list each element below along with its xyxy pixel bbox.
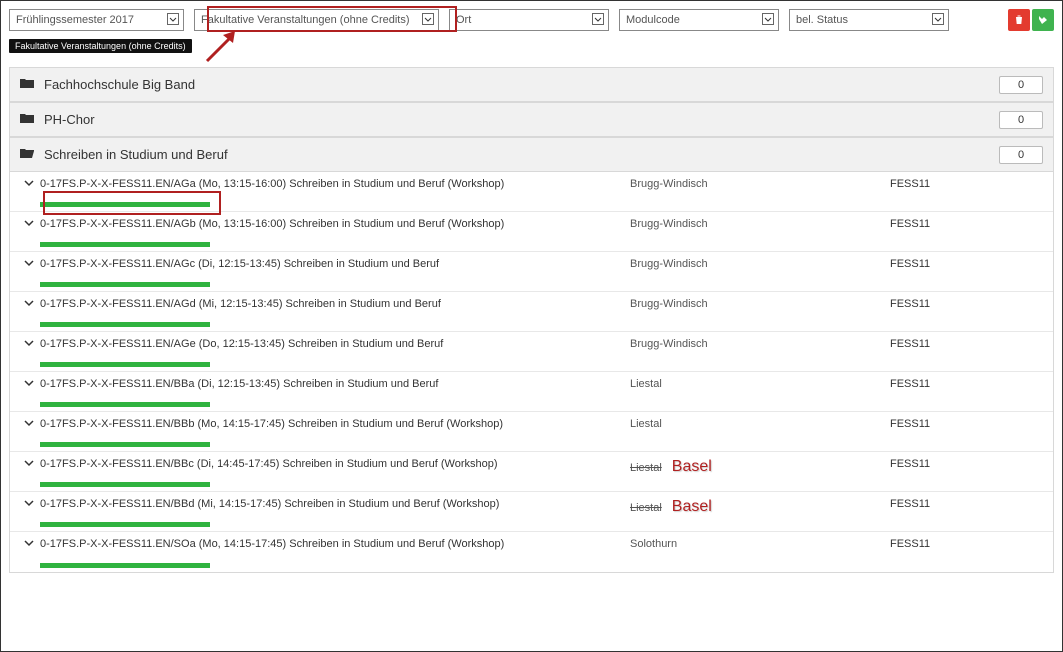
event-description: 0-17FS.P-X-X-FESS11.EN/AGe (Do, 12:15-13… [40, 336, 630, 350]
availability-bar [40, 282, 210, 287]
group-count: 0 [999, 76, 1043, 94]
active-filter-tag-row: Fakultative Veranstaltungen (ohne Credit… [9, 39, 1054, 53]
event-location: Brugg-Windisch [630, 258, 708, 270]
folder-icon [20, 77, 36, 92]
event-description: 0-17FS.P-X-X-FESS11.EN/AGd (Mi, 12:15-13… [40, 296, 630, 310]
filter-semester[interactable]: Frühlingssemester 2017 [9, 9, 184, 31]
delete-button[interactable] [1008, 9, 1030, 31]
event-list: 0-17FS.P-X-X-FESS11.EN/AGa (Mo, 13:15-16… [10, 172, 1053, 572]
event-description: 0-17FS.P-X-X-FESS11.EN/AGa (Mo, 13:15-16… [40, 176, 630, 190]
filter-location-label: Ort [456, 14, 471, 26]
group-title: Fachhochschule Big Band [44, 77, 195, 92]
group-header[interactable]: Fachhochschule Big Band 0 [10, 68, 1053, 102]
filter-status[interactable]: bel. Status [789, 9, 949, 31]
event-row[interactable]: 0-17FS.P-X-X-FESS11.EN/BBc (Di, 14:45-17… [10, 452, 1053, 492]
filter-row: Frühlingssemester 2017 Fakultative Veran… [9, 9, 1054, 31]
event-row[interactable]: 0-17FS.P-X-X-FESS11.EN/BBb (Mo, 14:15-17… [10, 412, 1053, 452]
event-module-code: FESS11 [890, 376, 1050, 390]
chevron-down-icon[interactable] [24, 258, 34, 271]
event-row[interactable]: 0-17FS.P-X-X-FESS11.EN/AGe (Do, 12:15-13… [10, 332, 1053, 372]
filter-modulecode-label: Modulcode [626, 14, 680, 26]
event-location-struck: Liestal [630, 462, 662, 474]
chevron-down-icon[interactable] [24, 178, 34, 191]
chevron-down-icon [762, 13, 774, 28]
event-location: Liestal [630, 418, 662, 430]
event-row[interactable]: 0-17FS.P-X-X-FESS11.EN/BBa (Di, 12:15-13… [10, 372, 1053, 412]
availability-bar [40, 202, 210, 207]
active-filter-tag[interactable]: Fakultative Veranstaltungen (ohne Credit… [9, 39, 192, 53]
event-location: Brugg-Windisch [630, 218, 708, 230]
event-location: Brugg-Windisch [630, 298, 708, 310]
chevron-down-icon[interactable] [24, 298, 34, 311]
event-location: Brugg-Windisch [630, 178, 708, 190]
event-module-code: FESS11 [890, 176, 1050, 190]
availability-bar [40, 442, 210, 447]
group: Fachhochschule Big Band 0 [9, 67, 1054, 102]
chevron-down-icon [592, 13, 604, 28]
availability-bar [40, 362, 210, 367]
event-module-code: FESS11 [890, 456, 1050, 470]
event-row[interactable]: 0-17FS.P-X-X-FESS11.EN/AGa (Mo, 13:15-16… [10, 172, 1053, 212]
filter-location[interactable]: Ort [449, 9, 609, 31]
filter-type[interactable]: Fakultative Veranstaltungen (ohne Credit… [194, 9, 439, 31]
chevron-down-icon [932, 13, 944, 28]
chevron-down-icon[interactable] [24, 338, 34, 351]
group-title: PH-Chor [44, 112, 95, 127]
event-description: 0-17FS.P-X-X-FESS11.EN/BBd (Mi, 14:15-17… [40, 496, 630, 510]
event-description: 0-17FS.P-X-X-FESS11.EN/AGb (Mo, 13:15-16… [40, 216, 630, 230]
filter-semester-label: Frühlingssemester 2017 [16, 14, 134, 26]
filter-type-label: Fakultative Veranstaltungen (ohne Credit… [201, 14, 410, 26]
event-description: 0-17FS.P-X-X-FESS11.EN/BBa (Di, 12:15-13… [40, 376, 630, 390]
chevron-down-icon[interactable] [24, 218, 34, 231]
group-header[interactable]: Schreiben in Studium und Beruf 0 [10, 138, 1053, 172]
event-description: 0-17FS.P-X-X-FESS11.EN/SOa (Mo, 14:15-17… [40, 536, 630, 550]
availability-bar [40, 322, 210, 327]
chevron-down-icon [167, 13, 179, 28]
availability-bar [40, 482, 210, 487]
event-module-code: FESS11 [890, 296, 1050, 310]
availability-bar [40, 522, 210, 527]
event-description: 0-17FS.P-X-X-FESS11.EN/AGc (Di, 12:15-13… [40, 256, 630, 270]
chevron-down-icon [422, 13, 434, 28]
confirm-button[interactable] [1032, 9, 1054, 31]
event-description: 0-17FS.P-X-X-FESS11.EN/BBb (Mo, 14:15-17… [40, 416, 630, 430]
event-description: 0-17FS.P-X-X-FESS11.EN/BBc (Di, 14:45-17… [40, 456, 630, 470]
event-module-code: FESS11 [890, 256, 1050, 270]
group: PH-Chor 0 [9, 102, 1054, 137]
event-location: Solothurn [630, 538, 677, 550]
event-row[interactable]: 0-17FS.P-X-X-FESS11.EN/AGd (Mi, 12:15-13… [10, 292, 1053, 332]
event-module-code: FESS11 [890, 496, 1050, 510]
event-row[interactable]: 0-17FS.P-X-X-FESS11.EN/AGc (Di, 12:15-13… [10, 252, 1053, 292]
event-module-code: FESS11 [890, 536, 1050, 550]
group-title: Schreiben in Studium und Beruf [44, 147, 228, 162]
event-row[interactable]: 0-17FS.P-X-X-FESS11.EN/SOa (Mo, 14:15-17… [10, 532, 1053, 572]
filter-status-label: bel. Status [796, 14, 848, 26]
chevron-down-icon[interactable] [24, 538, 34, 551]
event-location: Brugg-Windisch [630, 338, 708, 350]
annotation-override-text: Basel [672, 458, 712, 475]
folder-icon [20, 112, 36, 127]
event-row[interactable]: 0-17FS.P-X-X-FESS11.EN/BBd (Mi, 14:15-17… [10, 492, 1053, 532]
folder-icon [20, 147, 36, 162]
chevron-down-icon[interactable] [24, 498, 34, 511]
group: Schreiben in Studium und Beruf 0 0-17FS.P-… [9, 137, 1054, 573]
availability-bar [40, 563, 210, 568]
chevron-down-icon[interactable] [24, 418, 34, 431]
event-row[interactable]: 0-17FS.P-X-X-FESS11.EN/AGb (Mo, 13:15-16… [10, 212, 1053, 252]
availability-bar [40, 402, 210, 407]
filter-modulecode[interactable]: Modulcode [619, 9, 779, 31]
event-module-code: FESS11 [890, 416, 1050, 430]
event-location: Liestal [630, 378, 662, 390]
event-module-code: FESS11 [890, 336, 1050, 350]
group-count: 0 [999, 146, 1043, 164]
group-header[interactable]: PH-Chor 0 [10, 103, 1053, 137]
chevron-down-icon[interactable] [24, 378, 34, 391]
event-location-struck: Liestal [630, 502, 662, 514]
chevron-down-icon[interactable] [24, 458, 34, 471]
annotation-override-text: Basel [672, 498, 712, 515]
group-count: 0 [999, 111, 1043, 129]
event-module-code: FESS11 [890, 216, 1050, 230]
availability-bar [40, 242, 210, 247]
